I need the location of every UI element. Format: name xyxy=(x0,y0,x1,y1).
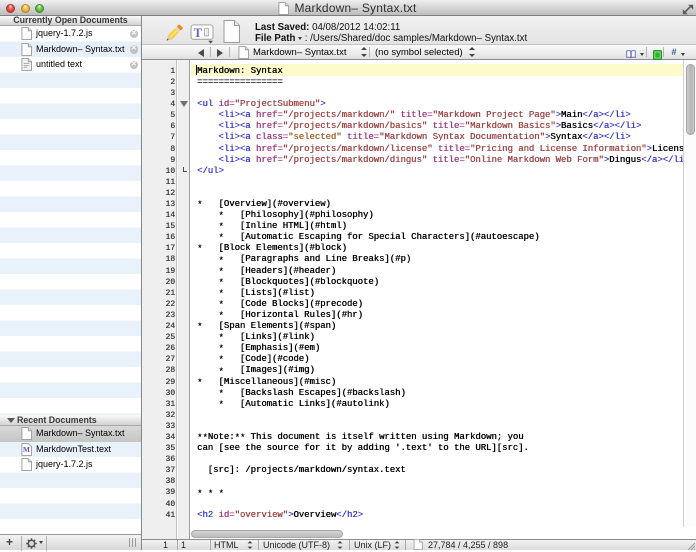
svg-text:M: M xyxy=(23,444,30,453)
svg-text:T: T xyxy=(194,26,203,40)
